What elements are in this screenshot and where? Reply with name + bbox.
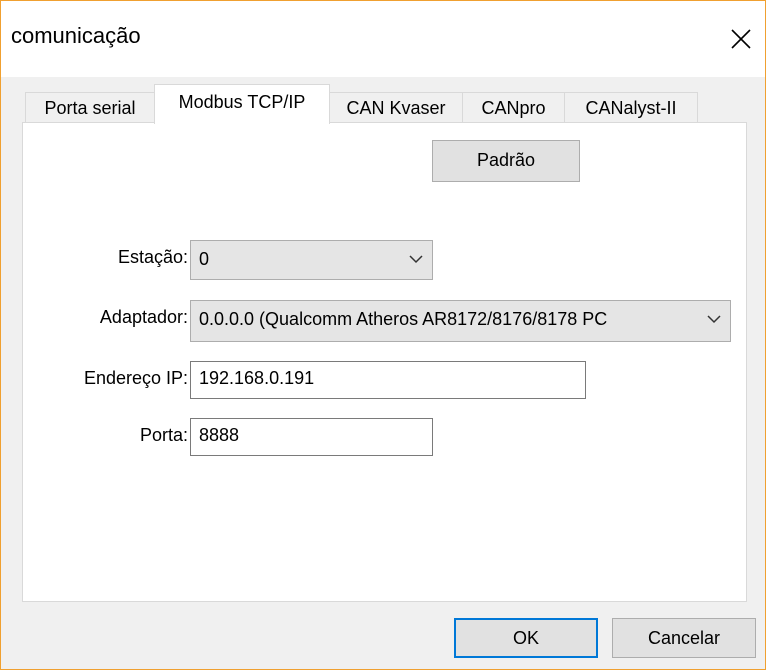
chevron-down-icon: [706, 313, 722, 325]
padrao-button[interactable]: Padrão: [432, 140, 580, 182]
porta-value: 8888: [199, 425, 240, 445]
tab-can-kvaser[interactable]: CAN Kvaser: [329, 92, 463, 122]
endereco-ip-field[interactable]: 192.168.0.191: [190, 361, 586, 399]
endereco-ip-label: Endereço IP:: [83, 368, 188, 388]
endereco-ip-value: 192.168.0.191: [199, 368, 315, 388]
window-title: comunicação: [11, 23, 141, 48]
dialog-window: comunicação Porta serial Modbus TCP/IP C…: [0, 0, 766, 670]
estacao-value: 0: [199, 249, 210, 269]
adaptador-value: 0.0.0.0 (Qualcomm Atheros AR8172/8176/81…: [199, 309, 608, 329]
ok-button[interactable]: OK: [454, 618, 598, 658]
cancelar-button[interactable]: Cancelar: [612, 618, 756, 658]
tab-modbus-tcp-ip[interactable]: Modbus TCP/IP: [154, 84, 330, 124]
title-bar: comunicação: [1, 1, 765, 77]
tab-panel-modbus: Padrão Estação: 0 Adaptador: 0.0.0.0 (Qu…: [22, 122, 747, 602]
close-button[interactable]: [717, 15, 765, 63]
chevron-down-icon: [409, 255, 423, 264]
close-icon: [731, 29, 751, 49]
tab-porta-serial[interactable]: Porta serial: [25, 92, 155, 122]
estacao-label: Estação:: [117, 247, 188, 267]
tab-canalyst-ii[interactable]: CANalyst-II: [564, 92, 698, 122]
porta-label: Porta:: [139, 425, 188, 445]
adaptador-select[interactable]: 0.0.0.0 (Qualcomm Atheros AR8172/8176/81…: [190, 300, 731, 342]
porta-field[interactable]: 8888: [190, 418, 433, 456]
estacao-select[interactable]: 0: [190, 240, 433, 280]
adaptador-label: Adaptador:: [99, 307, 188, 327]
tab-canpro[interactable]: CANpro: [462, 92, 565, 122]
